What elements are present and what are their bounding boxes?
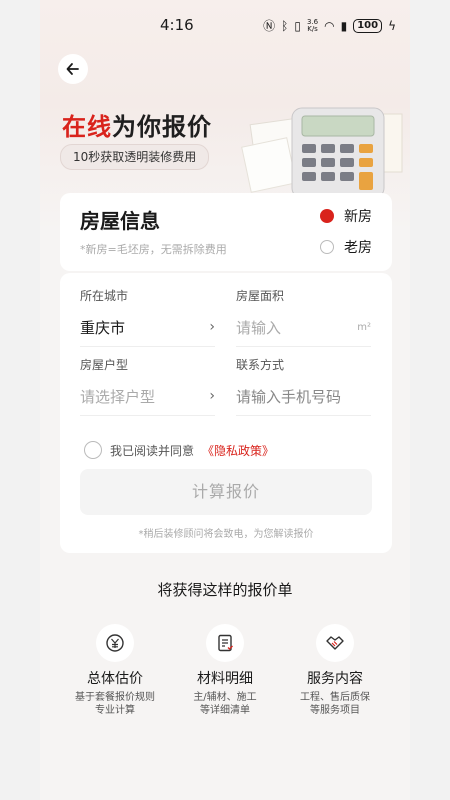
house-info-card: 房屋信息 *新房=毛坯房，无需拆除费用 新房 老房	[60, 193, 392, 271]
handshake-icon	[316, 624, 354, 662]
chevron-right-icon: ›	[209, 388, 215, 404]
feature-material-detail: 材料明细 主/辅材、施工 等详细清单	[175, 624, 275, 717]
contact-field[interactable]: 联系方式 请输入手机号码	[236, 356, 371, 416]
agreement-row: 我已阅读并同意 《隐私政策》	[84, 441, 274, 459]
house-info-note: *新房=毛坯房，无需拆除费用	[80, 243, 227, 256]
house-info-title: 房屋信息	[80, 209, 160, 233]
hero-title: 在线为你报价	[62, 107, 212, 142]
wifi-icon: ◠	[324, 18, 335, 33]
feature-service-content: 服务内容 工程、售后质保 等服务项目	[285, 624, 385, 717]
radio-unselected-icon	[320, 240, 334, 254]
status-bar: 4:16 Ⓝ ᛒ ▯ 3.6 K/s ◠ ▮ 100 ϟ	[40, 0, 410, 52]
hero-subtitle: 10秒获取透明装修费用	[60, 144, 210, 170]
bluetooth-icon: ᛒ	[281, 18, 289, 33]
page: 4:16 Ⓝ ᛒ ▯ 3.6 K/s ◠ ▮ 100 ϟ 在线为你报价 10秒获…	[40, 0, 410, 800]
feature-desc: 主/辅材、施工 等详细清单	[193, 692, 257, 716]
network-speed: 3.6 K/s	[306, 17, 319, 33]
back-button[interactable]	[58, 54, 88, 84]
status-time: 4:16	[160, 16, 194, 34]
area-unit: m²	[357, 321, 371, 333]
option-old-house[interactable]: 老房	[320, 237, 372, 257]
city-label: 所在城市	[80, 289, 129, 303]
option-new-house-label: 新房	[344, 209, 372, 225]
phone-input[interactable]: 请输入手机号码	[236, 386, 341, 407]
contact-label: 联系方式	[236, 358, 285, 372]
vibrate-icon: ▯	[294, 18, 301, 33]
quote-form-card: 所在城市 重庆市 › 房屋面积 请输入 m² 房屋户型 请选择户型 › 联系方式…	[60, 273, 392, 553]
features-title: 将获得这样的报价单	[157, 581, 293, 599]
signal-icon: ▮	[340, 18, 348, 33]
hero-title-text: 为你报价	[112, 113, 212, 141]
chevron-right-icon: ›	[209, 319, 215, 335]
agreement-text: 我已阅读并同意	[110, 443, 195, 458]
charging-icon: ϟ	[388, 18, 396, 33]
city-field[interactable]: 所在城市 重庆市 ›	[80, 287, 215, 347]
agreement-checkbox[interactable]	[84, 441, 102, 459]
area-field[interactable]: 房屋面积 请输入 m²	[236, 287, 371, 347]
feature-title: 服务内容	[307, 671, 363, 687]
option-old-house-label: 老房	[344, 240, 372, 256]
area-input[interactable]: 请输入	[236, 317, 281, 338]
calculate-quote-button[interactable]: 计算报价	[80, 469, 372, 515]
layout-label: 房屋户型	[80, 358, 129, 372]
nfc-icon: Ⓝ	[263, 19, 276, 33]
yuan-icon	[96, 624, 134, 662]
radio-selected-icon	[320, 209, 334, 223]
layout-select[interactable]: 请选择户型	[80, 386, 155, 407]
feature-title: 材料明细	[197, 671, 253, 687]
city-value: 重庆市	[80, 318, 126, 337]
list-icon	[206, 624, 244, 662]
feature-desc: 工程、售后质保 等服务项目	[300, 692, 370, 716]
arrow-left-icon	[66, 63, 79, 75]
battery-indicator: 100	[353, 18, 383, 33]
calculator-illustration-icon	[241, 107, 403, 199]
layout-field[interactable]: 房屋户型 请选择户型 ›	[80, 356, 215, 416]
hero-title-highlight: 在线	[62, 113, 112, 141]
submit-hint: *稍后装修顾问将会致电，为您解读报价	[138, 529, 314, 540]
feature-title: 总体估价	[87, 671, 143, 687]
status-icons: Ⓝ ᛒ ▯ 3.6 K/s ◠ ▮ 100 ϟ	[263, 17, 396, 34]
privacy-policy-link[interactable]: 《隐私政策》	[202, 442, 274, 459]
feature-desc: 基于套餐报价规则 专业计算	[75, 692, 155, 716]
option-new-house[interactable]: 新房	[320, 206, 372, 226]
feature-total-estimate: 总体估价 基于套餐报价规则 专业计算	[65, 624, 165, 717]
area-label: 房屋面积	[236, 289, 285, 303]
